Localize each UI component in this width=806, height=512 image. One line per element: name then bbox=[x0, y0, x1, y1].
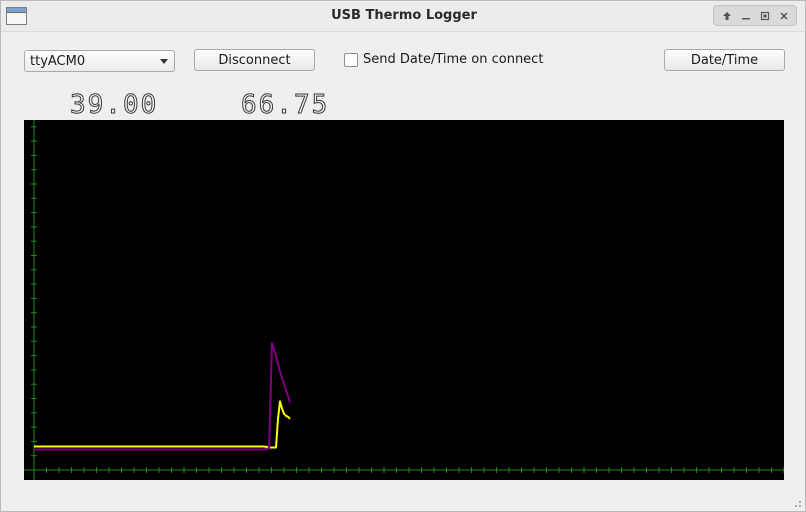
maximize-icon[interactable] bbox=[757, 8, 773, 24]
minimize-icon[interactable] bbox=[738, 8, 754, 24]
send-datetime-checkbox[interactable] bbox=[344, 53, 358, 67]
close-icon[interactable] bbox=[776, 8, 792, 24]
plot-canvas bbox=[24, 120, 784, 480]
resize-grip-icon[interactable] bbox=[792, 498, 802, 508]
datetime-button[interactable]: Date/Time bbox=[664, 49, 785, 71]
main-window: USB Thermo Logger ttyACM0 Disconnect Sen… bbox=[0, 0, 806, 512]
series-line-2 bbox=[34, 342, 291, 451]
window-controls bbox=[713, 5, 797, 26]
serial-port-value: ttyACM0 bbox=[30, 54, 86, 69]
series-line-1 bbox=[34, 400, 291, 449]
temperature-plot bbox=[24, 120, 784, 480]
temperature-readout-2: 66.75 bbox=[240, 90, 330, 120]
serial-port-select[interactable]: ttyACM0 bbox=[24, 50, 175, 72]
disconnect-button[interactable]: Disconnect bbox=[194, 49, 315, 71]
temperature-readout-1: 39.00 bbox=[69, 90, 159, 120]
title-bar[interactable]: USB Thermo Logger bbox=[1, 1, 805, 32]
chevron-down-icon bbox=[160, 59, 168, 64]
send-datetime-label[interactable]: Send Date/Time on connect bbox=[363, 52, 543, 67]
window-title: USB Thermo Logger bbox=[331, 8, 477, 23]
keep-above-icon[interactable] bbox=[719, 8, 735, 24]
